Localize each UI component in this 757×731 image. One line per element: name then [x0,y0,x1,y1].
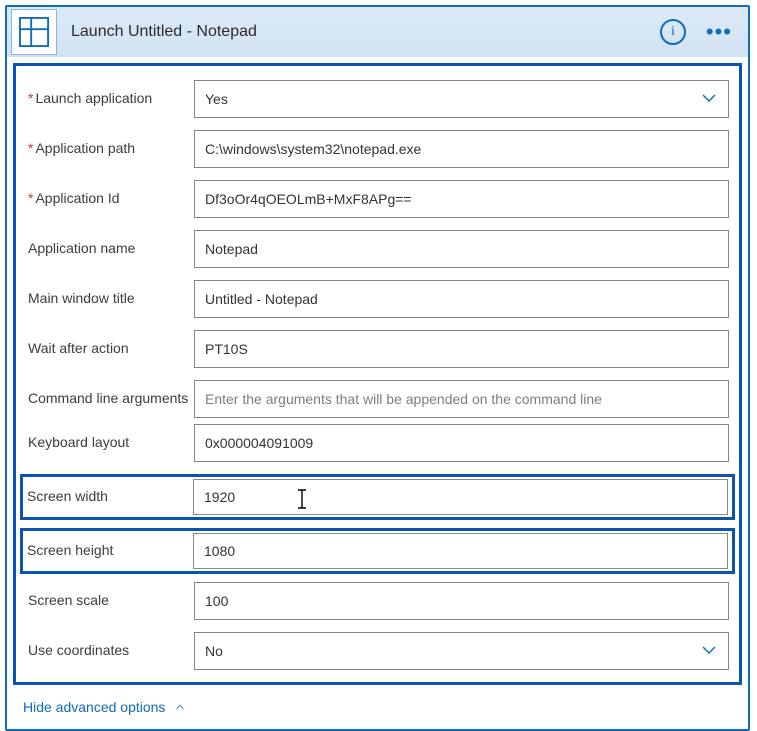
input-application-path[interactable]: C:\windows\system32\notepad.exe [194,130,729,168]
input-main-window-title[interactable]: Untitled - Notepad [194,280,729,318]
label-use-coordinates: Use coordinates [26,642,194,660]
text-cursor-icon [296,488,308,510]
row-launch-application: Launch application Yes [26,80,729,118]
label-screen-height: Screen height [23,542,193,560]
card-footer: Hide advanced options [7,685,748,729]
properties-panel: Launch application Yes Application path … [13,63,742,685]
row-application-path: Application path C:\windows\system32\not… [26,130,729,168]
action-card: Launch Untitled - Notepad i ••• Launch a… [5,5,750,731]
label-application-path: Application path [26,140,194,158]
input-screen-width[interactable]: 1920 [193,479,728,515]
row-screen-scale: Screen scale 100 [26,582,729,620]
app-icon [11,9,57,55]
input-application-name[interactable]: Notepad [194,230,729,268]
label-application-name: Application name [26,240,194,258]
select-value: No [205,643,223,659]
label-command-line-arguments: Command line arguments [26,390,194,408]
label-wait-after-action: Wait after action [26,340,194,358]
row-application-id: Application Id Df3oOr4qOEOLmB+MxF8APg== [26,180,729,218]
more-icon[interactable]: ••• [700,19,738,45]
info-icon[interactable]: i [660,19,686,45]
input-wait-after-action[interactable]: PT10S [194,330,729,368]
card-title: Launch Untitled - Notepad [71,23,660,41]
label-screen-width: Screen width [23,488,193,506]
row-screen-height: Screen height 1080 [20,528,735,574]
input-command-line-arguments[interactable]: Enter the arguments that will be appende… [194,380,729,418]
label-keyboard-layout: Keyboard layout [26,434,194,452]
input-screen-height[interactable]: 1080 [193,533,728,569]
chevron-up-icon [173,700,187,715]
label-application-id: Application Id [26,190,194,208]
label-main-window-title: Main window title [26,290,194,308]
chevron-down-icon [700,89,718,110]
row-command-line-arguments: Command line arguments Enter the argumen… [26,380,729,418]
advanced-toggle-label: Hide advanced options [23,699,165,715]
hide-advanced-options-link[interactable]: Hide advanced options [23,699,187,715]
row-main-window-title: Main window title Untitled - Notepad [26,280,729,318]
row-wait-after-action: Wait after action PT10S [26,330,729,368]
row-use-coordinates: Use coordinates No [26,632,729,670]
row-application-name: Application name Notepad [26,230,729,268]
select-use-coordinates[interactable]: No [194,632,729,670]
card-header: Launch Untitled - Notepad i ••• [7,7,748,57]
row-screen-width: Screen width 1920 [20,474,735,520]
row-keyboard-layout: Keyboard layout 0x000004091009 [26,424,729,462]
input-application-id[interactable]: Df3oOr4qOEOLmB+MxF8APg== [194,180,729,218]
label-screen-scale: Screen scale [26,592,194,610]
input-screen-scale[interactable]: 100 [194,582,729,620]
chevron-down-icon [700,641,718,662]
select-launch-application[interactable]: Yes [194,80,729,118]
select-value: Yes [205,91,228,107]
label-launch-application: Launch application [26,90,194,108]
input-keyboard-layout[interactable]: 0x000004091009 [194,424,729,462]
